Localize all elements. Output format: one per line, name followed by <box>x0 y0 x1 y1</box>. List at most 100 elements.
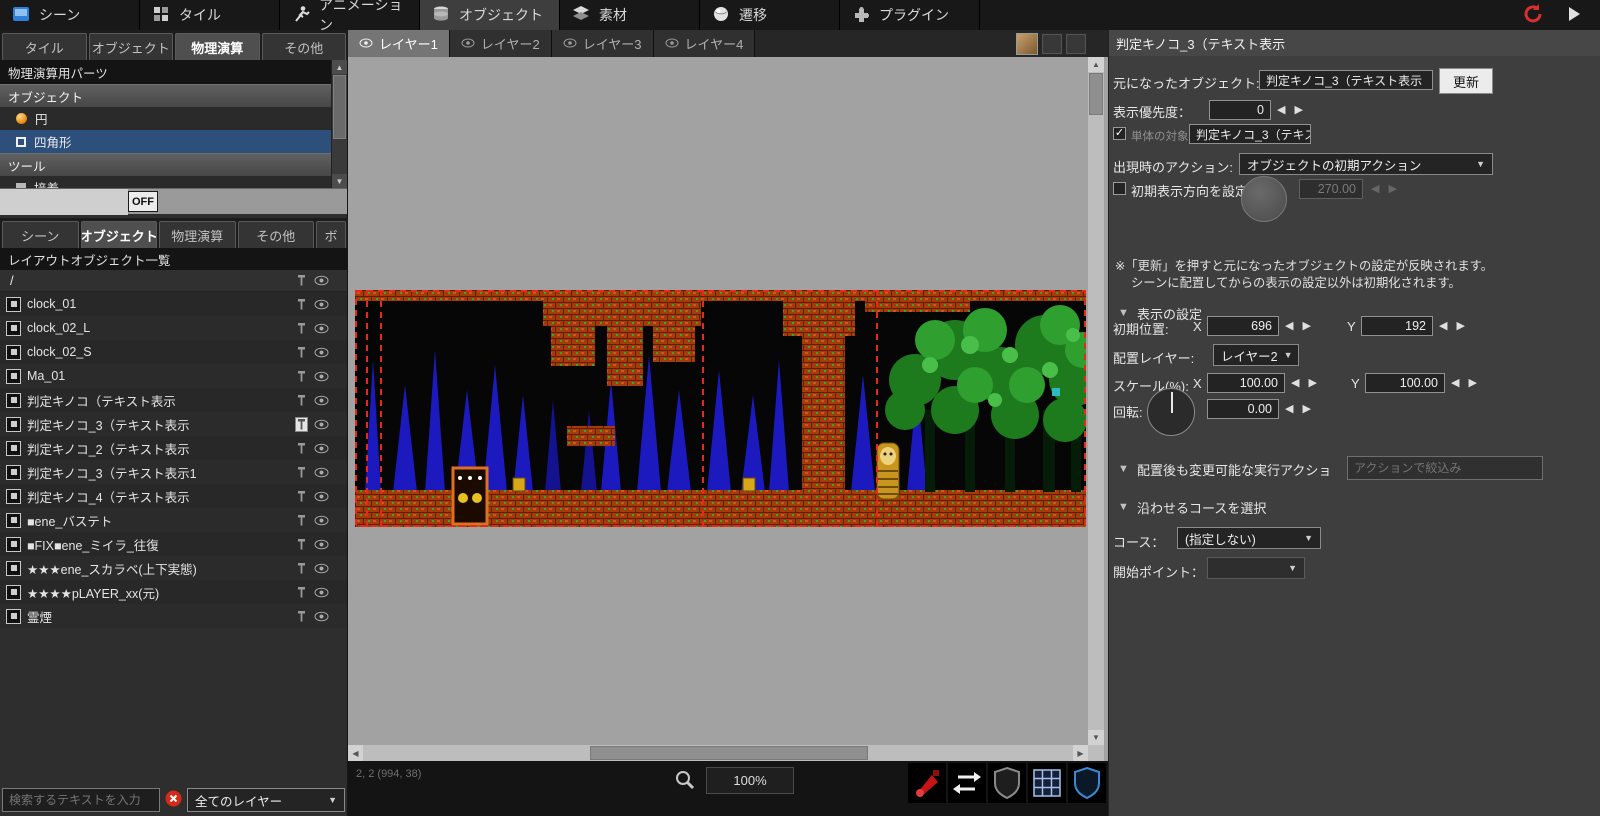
physics-scrollbar[interactable]: ▲ ▼ <box>331 60 347 188</box>
eye-icon[interactable] <box>314 491 329 502</box>
layout-root-row[interactable]: / <box>0 270 347 292</box>
eye-icon[interactable] <box>314 275 329 286</box>
vertical-scrollbar[interactable]: ▲ ▼ <box>1088 57 1104 745</box>
spin-right-icon[interactable]: ▶ <box>1302 319 1310 332</box>
list-item[interactable]: 判定キノコ_2（テキスト表示 <box>0 436 347 460</box>
tab-other[interactable]: その他 <box>262 33 347 60</box>
grid-tool-icon[interactable] <box>1028 763 1066 803</box>
tab-tile[interactable]: タイル <box>2 33 87 60</box>
spin-left-icon[interactable]: ◀ <box>1277 103 1285 116</box>
toggle-track[interactable] <box>0 189 128 215</box>
spin-left-icon[interactable]: ◀ <box>1439 319 1447 332</box>
pin-icon[interactable] <box>296 490 307 503</box>
tab-physics[interactable]: 物理演算 <box>175 33 260 60</box>
eye-icon[interactable] <box>314 539 329 550</box>
list-item[interactable]: 判定キノコ_4（テキスト表示 <box>0 484 347 508</box>
physics-item-rectangle[interactable]: 四角形 <box>0 130 331 153</box>
scroll-up-icon[interactable]: ▲ <box>332 60 347 74</box>
initial-direction-checkbox[interactable] <box>1113 182 1126 195</box>
spin-left-icon[interactable]: ◀ <box>1285 319 1293 332</box>
shield-blue-tool-icon[interactable] <box>1068 763 1106 803</box>
menu-tab-transition[interactable]: 遷移 <box>700 0 840 30</box>
spin-left-icon[interactable]: ◀ <box>1291 376 1299 389</box>
pin-icon[interactable] <box>296 586 307 599</box>
refresh-icon[interactable] <box>1520 2 1544 29</box>
pin-icon[interactable] <box>296 274 307 287</box>
list-item[interactable]: ★★★ene_スカラベ(上下実態) <box>0 556 347 580</box>
list-item[interactable]: Ma_01 <box>0 364 347 388</box>
list-item[interactable]: ■ene_バステト <box>0 508 347 532</box>
scroll-left-icon[interactable]: ◀ <box>348 745 363 761</box>
menu-tab-plugin[interactable]: プラグイン <box>840 0 980 30</box>
scrollbar-thumb[interactable] <box>1089 73 1103 115</box>
tab-object-list[interactable]: オブジェクト <box>81 221 158 248</box>
list-item[interactable]: ■FIX■ene_ミイラ_往復 <box>0 532 347 556</box>
start-point-dropdown[interactable]: ▼ <box>1207 557 1305 579</box>
tab-physics-list[interactable]: 物理演算 <box>159 221 236 248</box>
list-item[interactable]: clock_02_L <box>0 316 347 340</box>
layer-visibility-icon[interactable] <box>563 36 577 51</box>
tab-object[interactable]: オブジェクト <box>89 33 174 60</box>
layer-tab-1[interactable]: レイヤー1 <box>348 30 450 57</box>
canvas-tool-icon[interactable] <box>1042 34 1062 54</box>
spin-left-icon[interactable]: ◀ <box>1451 376 1459 389</box>
eye-icon[interactable] <box>314 563 329 574</box>
pin-icon[interactable] <box>296 370 307 383</box>
layer-visibility-icon[interactable] <box>665 36 679 51</box>
list-item[interactable]: ★★★★pLAYER_xx(元) <box>0 580 347 604</box>
scrollbar-thumb[interactable] <box>590 746 868 760</box>
group-object[interactable]: オブジェクト <box>0 84 331 107</box>
action-filter-input[interactable] <box>1347 456 1543 480</box>
layer-tab-3[interactable]: レイヤー3 <box>552 30 654 57</box>
single-target-checkbox[interactable]: ✓ <box>1113 127 1126 140</box>
eye-icon[interactable] <box>314 347 329 358</box>
menu-tab-animation[interactable]: アニメーション <box>280 0 420 30</box>
section-collapse-icon[interactable]: ▼ <box>1118 463 1129 475</box>
spin-right-icon[interactable]: ▶ <box>1468 376 1476 389</box>
course-dropdown[interactable]: (指定しない) ▼ <box>1177 527 1321 549</box>
spin-right-icon[interactable]: ▶ <box>1456 319 1464 332</box>
pin-icon[interactable] <box>296 538 307 551</box>
pin-icon[interactable] <box>296 346 307 359</box>
scale-y-value[interactable]: 100.00 <box>1365 373 1445 393</box>
rotation-dial[interactable] <box>1147 388 1195 436</box>
spin-right-icon[interactable]: ▶ <box>1302 402 1310 415</box>
eye-icon[interactable] <box>314 467 329 478</box>
layer-visibility-icon[interactable] <box>461 36 475 51</box>
spin-right-icon[interactable]: ▶ <box>1308 376 1316 389</box>
list-item[interactable]: 判定キノコ_3（テキスト表示1 <box>0 460 347 484</box>
physics-off-toggle[interactable]: OFF <box>128 191 158 212</box>
pin-icon[interactable] <box>296 394 307 407</box>
zoom-level[interactable]: 100% <box>706 767 794 794</box>
play-icon[interactable] <box>1564 4 1584 27</box>
update-button[interactable]: 更新 <box>1439 68 1493 94</box>
clear-search-icon[interactable] <box>165 790 182 810</box>
rotation-value[interactable]: 0.00 <box>1207 399 1279 419</box>
eye-icon[interactable] <box>314 371 329 382</box>
eye-icon[interactable] <box>314 587 329 598</box>
group-tool[interactable]: ツール <box>0 153 331 176</box>
eye-icon[interactable] <box>314 515 329 526</box>
shield-tool-icon[interactable] <box>988 763 1026 803</box>
layer-tab-2[interactable]: レイヤー2 <box>450 30 552 57</box>
spin-right-icon[interactable]: ▶ <box>1294 103 1302 116</box>
physics-item-glue[interactable]: 接着 <box>0 176 331 188</box>
spawn-action-dropdown[interactable]: オブジェクトの初期アクション ▼ <box>1239 153 1493 175</box>
transform-tool-icon[interactable] <box>948 763 986 803</box>
zoom-magnifier-icon[interactable] <box>674 769 696 794</box>
menu-tab-object[interactable]: オブジェクト <box>420 0 560 30</box>
pin-icon[interactable] <box>296 298 307 311</box>
search-input[interactable] <box>2 788 160 812</box>
pin-icon[interactable] <box>296 322 307 335</box>
scene-canvas[interactable] <box>348 57 1088 745</box>
tab-clipped[interactable]: ボ <box>316 221 346 248</box>
priority-value[interactable]: 0 <box>1209 100 1271 120</box>
section-collapse-icon[interactable]: ▼ <box>1118 307 1129 319</box>
eye-icon[interactable] <box>314 323 329 334</box>
position-x-value[interactable]: 696 <box>1207 316 1279 336</box>
pin-icon[interactable] <box>296 418 307 431</box>
menu-tab-material[interactable]: 素材 <box>560 0 700 30</box>
position-y-value[interactable]: 192 <box>1361 316 1433 336</box>
layer-tab-4[interactable]: レイヤー4 <box>654 30 756 57</box>
scroll-down-icon[interactable]: ▼ <box>332 174 347 188</box>
